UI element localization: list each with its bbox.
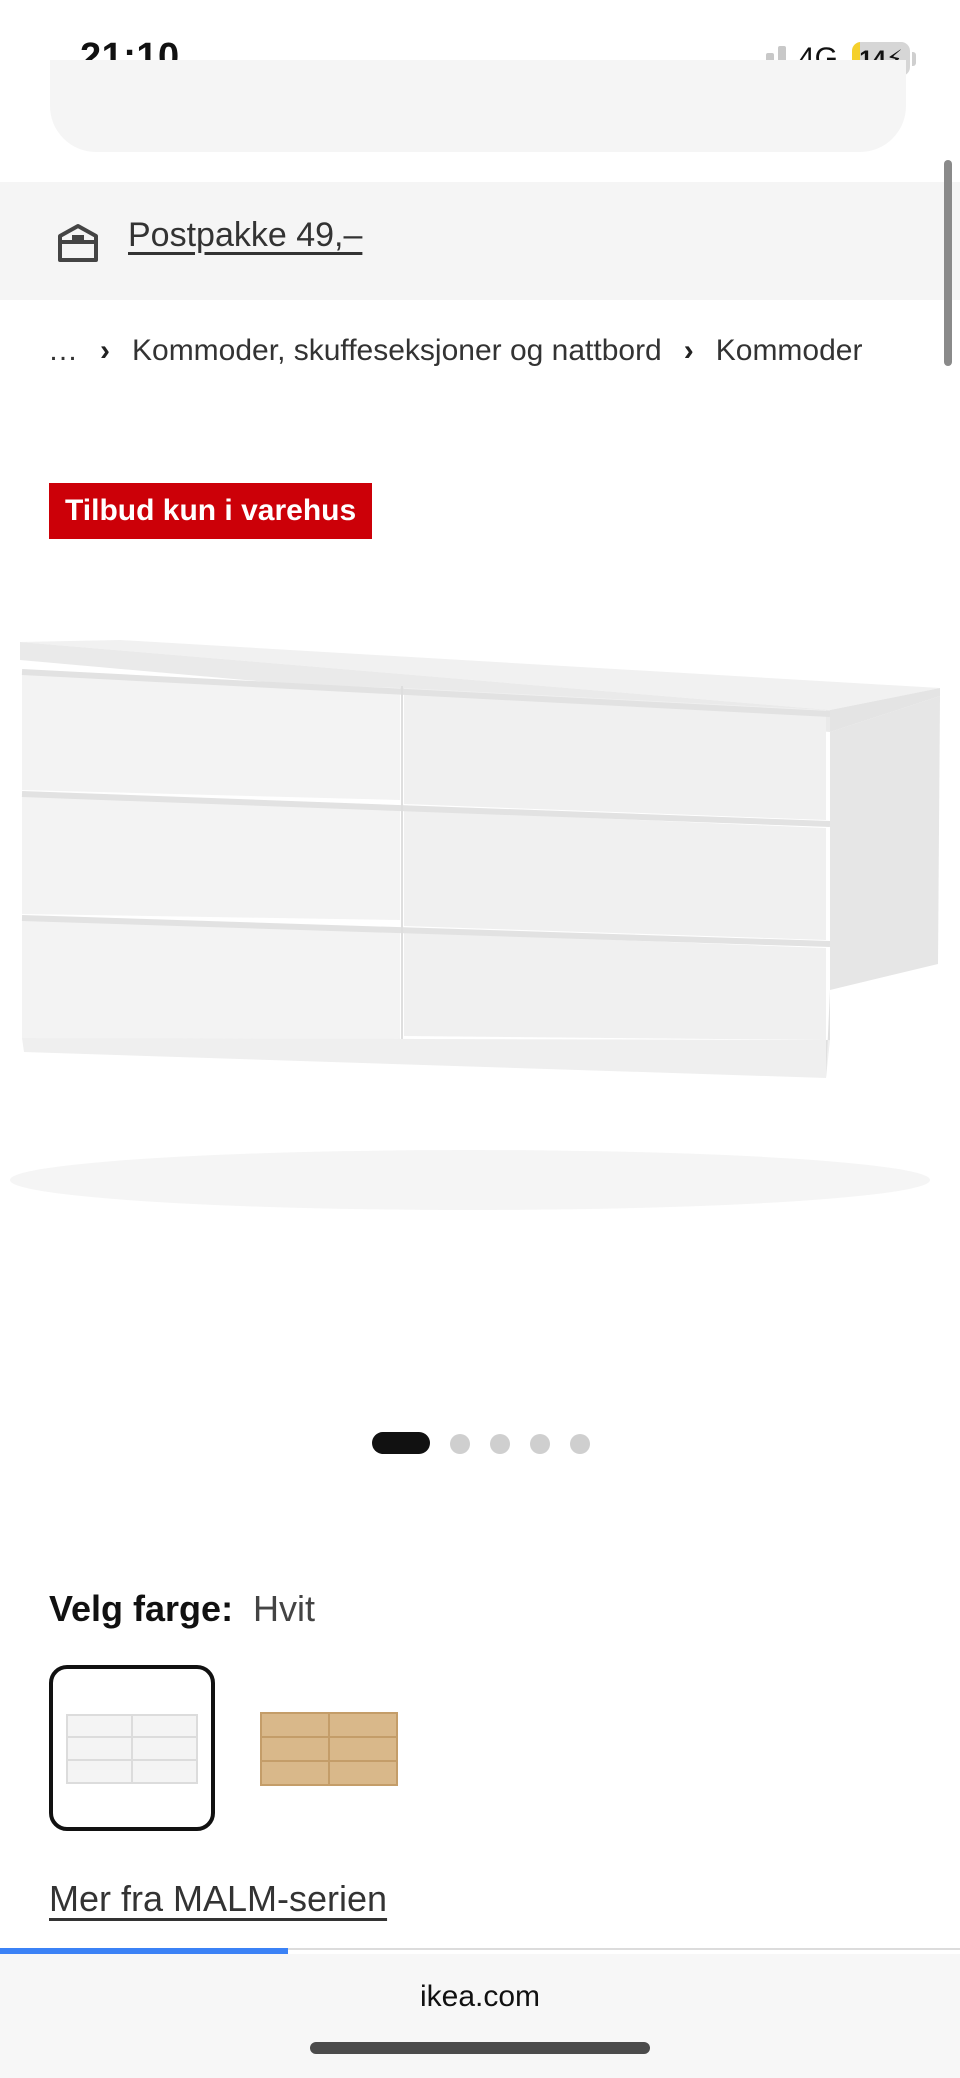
color-swatch-white[interactable] [49, 1665, 215, 1831]
carousel-dot[interactable] [450, 1434, 470, 1454]
color-swatch-oak[interactable] [247, 1665, 413, 1831]
search-bar[interactable] [50, 60, 906, 152]
home-indicator[interactable] [310, 2042, 650, 2054]
url-text[interactable]: ikea.com [0, 1980, 960, 2014]
scrollbar[interactable] [944, 160, 952, 366]
breadcrumb: … › Kommoder, skuffeseksjoner og nattbor… [48, 334, 862, 368]
carousel-dot[interactable] [530, 1434, 550, 1454]
delivery-link[interactable]: Postpakke 49,– [128, 216, 362, 255]
color-selected-value: Hvit [253, 1588, 315, 1629]
carousel-dot[interactable] [490, 1434, 510, 1454]
breadcrumb-item-chests[interactable]: Kommoder, skuffeseksjoner og nattbord [132, 334, 662, 368]
carousel-dot-active[interactable] [372, 1432, 430, 1454]
series-link[interactable]: Mer fra MALM-serien [49, 1878, 387, 1920]
color-label: Velg farge: [49, 1588, 234, 1629]
breadcrumb-separator: › [100, 334, 110, 367]
breadcrumb-ellipsis[interactable]: … [48, 334, 78, 368]
box-icon [58, 224, 98, 262]
product-image[interactable] [0, 620, 960, 1260]
image-carousel-dots [0, 1432, 960, 1456]
carousel-dot[interactable] [570, 1434, 590, 1454]
browser-url-bar[interactable] [0, 1954, 960, 2078]
battery-cap [912, 52, 916, 66]
breadcrumb-separator: › [683, 334, 694, 367]
breadcrumb-item-current[interactable]: Kommoder [716, 334, 863, 368]
offer-badge: Tilbud kun i varehus [49, 483, 373, 539]
